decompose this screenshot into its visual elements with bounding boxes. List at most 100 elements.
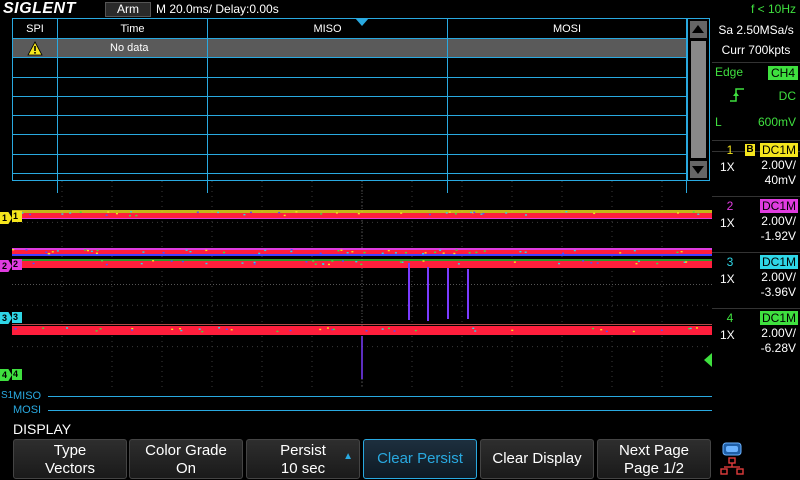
column-header-spi: SPI (13, 19, 58, 39)
trace-noise-point (25, 249, 28, 251)
bus-line-miso (48, 396, 712, 397)
ch2-offset-arrow-icon: 2 (0, 260, 12, 272)
trace-noise-point (179, 327, 182, 330)
trace-noise-point (596, 262, 599, 264)
trace-noise-point (198, 328, 201, 330)
trace-noise-point (340, 249, 343, 251)
trace-noise-point (524, 251, 527, 253)
table-row[interactable] (13, 58, 687, 78)
table-scrollbar[interactable] (687, 19, 709, 180)
trace-noise-point (66, 327, 69, 329)
channel-4-info[interactable]: 4 DC1M 1X 2.00V/ -6.28V (712, 308, 800, 358)
trace-ch1-low (12, 218, 712, 219)
channel-2-level-marker[interactable]: 2 (12, 259, 22, 270)
channel-3-info[interactable]: 3 DC1M 1X 2.00V/ -3.96V (712, 252, 800, 302)
channel-1-info[interactable]: 1 B DC1M 1X 2.00V/ 40mV (712, 140, 800, 190)
waveform-display[interactable]: 1 2 3 4 (12, 181, 712, 388)
vertical-scale: 2.00V/ (761, 270, 796, 284)
softkey-color-grade[interactable]: Color Grade On (129, 439, 243, 479)
trace-noise-point (422, 260, 425, 262)
softkey-bar: Type Vectors Color Grade On Persist 10 s… (0, 438, 800, 480)
trace-noise-point (562, 252, 565, 255)
trace-ch2-upper (12, 248, 712, 250)
trace-noise-point (633, 249, 636, 252)
adjust-knob-icon: ▲ (343, 451, 353, 462)
table-row[interactable] (13, 154, 687, 175)
trace-noise-point (99, 328, 102, 330)
softkey-next-page[interactable]: Next Page Page 1/2 (597, 439, 711, 479)
trace-noise-point (337, 250, 340, 252)
trace-noise-point (470, 211, 473, 214)
softkey-type[interactable]: Type Vectors (13, 439, 127, 479)
trace-noise-point (61, 213, 64, 215)
trace-noise-point (278, 211, 281, 214)
channel-coupling-badge: DC1M (759, 311, 798, 325)
decode-bus-area: S1 MISO MOSI (0, 388, 712, 418)
trace-noise-point (400, 212, 403, 214)
trace-noise-point (96, 249, 99, 252)
trace-noise-point (249, 211, 252, 214)
trigger-level-marker-icon[interactable] (704, 353, 712, 367)
table-row[interactable]: No data (13, 39, 687, 59)
trigger-coupling-label: DC (778, 89, 796, 103)
trace-noise-point (483, 250, 486, 252)
trigger-info-box[interactable]: Edge CH4 DC L 600mV (712, 62, 800, 152)
scroll-up-icon[interactable] (690, 21, 707, 38)
trace-noise-point (573, 249, 576, 252)
column-header-miso: MISO (208, 19, 448, 39)
trace-noise-point (56, 250, 59, 252)
right-info-panel: Sa 2.50MSa/s Curr 700kpts Edge CH4 DC L … (712, 18, 800, 438)
trace-noise-point (468, 252, 471, 254)
trace-noise-point (689, 327, 692, 330)
trace-noise-point (692, 211, 695, 213)
channel-4-level-marker[interactable]: 4 (12, 369, 22, 380)
trace-noise-point (593, 212, 596, 215)
softkey-value: On (175, 460, 196, 477)
bus-label-miso: MISO (13, 390, 42, 402)
trace-noise-point (243, 213, 246, 216)
trace-noise-point (218, 327, 221, 329)
trace-noise-point (196, 211, 199, 213)
trace-noise-point (332, 328, 335, 331)
table-row[interactable] (13, 135, 687, 155)
trace-noise-point (180, 329, 183, 332)
trace-noise-point (592, 327, 595, 330)
softkey-label: Color Grade (145, 442, 227, 459)
table-row[interactable] (13, 77, 687, 97)
softkey-clear-persist[interactable]: Clear Persist (363, 439, 477, 479)
vertical-offset: 40mV (764, 173, 796, 187)
trace-noise-point (130, 211, 133, 213)
channel-3-level-marker[interactable]: 3 (12, 312, 22, 323)
bus-marker: S1 (1, 390, 14, 401)
trace-noise-point (152, 260, 155, 262)
trace-noise-point (513, 261, 516, 263)
table-cell-time: No data (58, 39, 208, 58)
trace-noise-point (115, 212, 118, 215)
channel-1-level-marker[interactable]: 1 (12, 211, 22, 222)
scrollbar-thumb[interactable] (691, 41, 706, 158)
trace-noise-point (230, 329, 233, 331)
scroll-down-icon[interactable] (690, 161, 707, 178)
trace-noise-point (445, 212, 448, 214)
trace-noise-point (101, 260, 104, 262)
trace-noise-point (79, 211, 82, 213)
trace-noise-point (480, 213, 483, 215)
trace-noise-point (524, 214, 527, 216)
channel-2-info[interactable]: 2 DC1M 1X 2.00V/ -1.92V (712, 196, 800, 246)
trace-noise-point (472, 327, 475, 329)
trace-noise-point (656, 262, 659, 265)
table-row[interactable] (13, 96, 687, 117)
trace-noise-point (600, 329, 603, 331)
trace-noise-point (312, 260, 315, 262)
trace-noise-point (47, 252, 50, 255)
trace-ch2-dash (12, 259, 712, 261)
softkey-persist[interactable]: Persist 10 sec ▲ (246, 439, 360, 479)
vertical-offset: -6.28V (760, 341, 796, 355)
trace-noise-point (51, 251, 54, 253)
table-row[interactable] (13, 116, 687, 136)
trace-noise-point (223, 251, 226, 254)
trace-noise-point (162, 251, 165, 254)
trace-noise-point (327, 263, 330, 266)
softkey-clear-display[interactable]: Clear Display (480, 439, 594, 479)
table-cell (448, 39, 687, 58)
